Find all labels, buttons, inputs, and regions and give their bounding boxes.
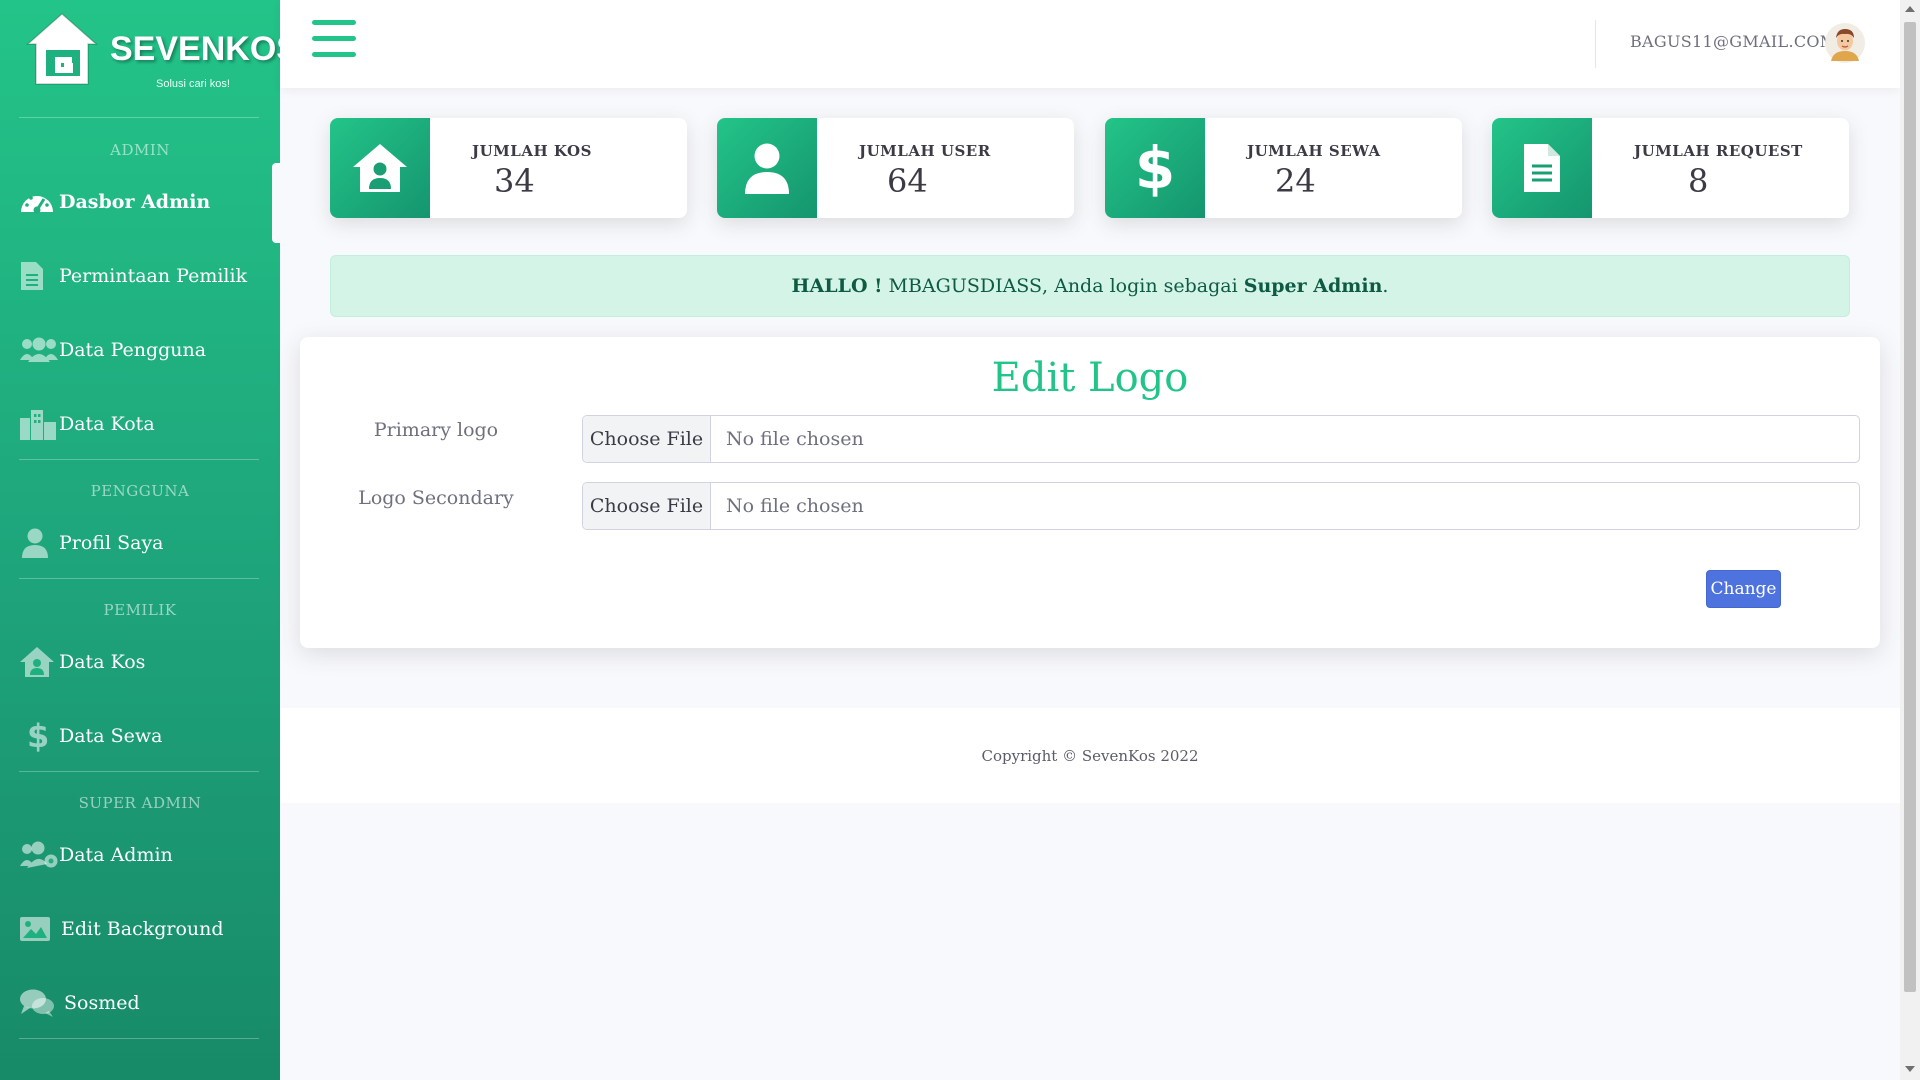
sidebar-item-dasbor-admin[interactable]: Dasbor Admin <box>0 171 280 233</box>
sidebar-item-label: Data Admin <box>59 844 173 866</box>
sidebar-item-label: Permintaan Pemilik <box>59 265 248 287</box>
active-indicator <box>272 163 280 243</box>
sidebar-item-profil-saya[interactable]: Profil Saya <box>0 512 280 574</box>
sidebar-item-label: Profil Saya <box>59 532 164 554</box>
sidebar-heading-super-admin: SUPER ADMIN <box>78 794 202 812</box>
stat-value: 34 <box>494 162 535 200</box>
sidebar-item-sosmed[interactable]: Sosmed <box>0 972 280 1034</box>
sidebar-divider <box>19 459 259 460</box>
file-status-text: No file chosen <box>726 495 864 517</box>
sidebar-item-label: Sosmed <box>64 992 140 1014</box>
brand-logo[interactable]: SEVENKOS Solusi cari kos! <box>26 10 299 92</box>
sidebar-divider <box>19 771 259 772</box>
sidebar-item-data-kota[interactable]: Data Kota <box>0 393 280 455</box>
greeting-hello: HALLO ! <box>791 275 883 297</box>
user-icon <box>717 118 817 218</box>
city-icon <box>19 408 59 440</box>
tachometer-icon <box>19 188 59 216</box>
sidebar-heading-admin: ADMIN <box>110 141 170 159</box>
brand-tagline: Solusi cari kos! <box>156 78 230 90</box>
file-status-text: No file chosen <box>726 428 864 450</box>
dollar-icon: $ <box>1105 118 1205 218</box>
image-icon <box>19 916 61 942</box>
hamburger-line <box>312 20 356 25</box>
dollar-icon: $ <box>27 717 50 755</box>
scroll-down-icon[interactable] <box>1905 1066 1915 1072</box>
house-user-icon <box>19 646 59 678</box>
copyright-text: Copyright © SevenKos 2022 <box>981 746 1199 765</box>
sidebar-item-data-pengguna[interactable]: Data Pengguna <box>0 319 280 381</box>
choose-file-button[interactable]: Choose File <box>583 416 711 462</box>
user-email[interactable]: BAGUS11@GMAIL.COM <box>1630 32 1837 51</box>
stat-card-sewa[interactable]: $ JUMLAH SEWA 24 <box>1105 118 1462 218</box>
page-scrollbar[interactable] <box>1900 0 1920 1080</box>
edit-logo-title: Edit Logo <box>991 355 1189 401</box>
scrollbar-thumb[interactable] <box>1904 22 1916 992</box>
stat-card-kos[interactable]: JUMLAH KOS 34 <box>330 118 687 218</box>
house-logo-icon <box>26 12 98 85</box>
stat-value: 8 <box>1688 162 1709 200</box>
sidebar-divider <box>19 117 259 118</box>
stat-card-request[interactable]: JUMLAH REQUEST 8 <box>1492 118 1849 218</box>
sidebar-item-label: Data Pengguna <box>59 339 207 361</box>
topbar: BAGUS11@GMAIL.COM <box>280 0 1900 88</box>
stat-title: JUMLAH USER <box>859 142 991 160</box>
file-alt-icon <box>1492 118 1592 218</box>
hamburger-line <box>312 36 356 41</box>
sidebar-heading-pemilik: PEMILIK <box>103 601 177 619</box>
secondary-logo-file-input[interactable]: Choose File No file chosen <box>582 482 1860 530</box>
sidebar: SEVENKOS Solusi cari kos! ADMIN Dasbor A… <box>0 0 299 1080</box>
sidebar-item-label: Edit Background <box>61 918 224 940</box>
footer: Copyright © SevenKos 2022 <box>280 708 1900 803</box>
primary-logo-file-input[interactable]: Choose File No file chosen <box>582 415 1860 463</box>
user-icon <box>19 527 59 559</box>
greeting-username: MBAGUSDIASS <box>888 275 1043 297</box>
change-button[interactable]: Change <box>1706 570 1781 608</box>
primary-logo-label: Primary logo <box>373 419 499 441</box>
choose-file-button[interactable]: Choose File <box>583 483 711 529</box>
topbar-divider <box>1595 20 1596 68</box>
sidebar-item-edit-background[interactable]: Edit Background <box>0 898 280 960</box>
sidebar-divider <box>19 1038 259 1039</box>
stat-value: 24 <box>1275 162 1316 200</box>
menu-toggle-button[interactable] <box>312 20 356 60</box>
brand-name: SEVENKOS <box>110 30 299 68</box>
greeting-role: Super Admin <box>1243 275 1383 297</box>
greeting-end: . <box>1382 275 1389 297</box>
sidebar-divider <box>19 578 259 579</box>
sidebar-item-label: Data Kota <box>59 413 155 435</box>
stat-title: JUMLAH KOS <box>472 142 592 160</box>
sidebar-item-label: Data Sewa <box>59 725 163 747</box>
file-icon <box>19 260 59 292</box>
scroll-up-icon[interactable] <box>1905 6 1915 12</box>
secondary-logo-label: Logo Secondary <box>358 487 514 509</box>
edit-logo-card: Edit Logo Primary logo Choose File No fi… <box>300 337 1880 648</box>
greeting-text: , Anda login sebagai <box>1042 275 1238 297</box>
sidebar-item-label: Dasbor Admin <box>59 191 211 213</box>
welcome-alert: HALLO ! MBAGUSDIASS, Anda login sebagai … <box>330 255 1850 317</box>
stat-value: 64 <box>887 162 928 200</box>
house-user-icon <box>330 118 430 218</box>
sidebar-item-data-admin[interactable]: Data Admin <box>0 824 280 886</box>
sidebar-item-data-kos[interactable]: Data Kos <box>0 631 280 693</box>
sidebar-item-label: Data Kos <box>59 651 146 673</box>
stat-title: JUMLAH REQUEST <box>1634 142 1803 160</box>
sidebar-heading-pengguna: PENGGUNA <box>90 482 190 500</box>
hamburger-line <box>312 52 356 57</box>
avatar-icon[interactable] <box>1825 23 1865 63</box>
stat-card-user[interactable]: JUMLAH USER 64 <box>717 118 1074 218</box>
stat-title: JUMLAH SEWA <box>1247 142 1381 160</box>
users-icon <box>19 336 59 364</box>
users-cog-icon <box>19 840 59 870</box>
comments-icon <box>19 988 64 1018</box>
sidebar-item-permintaan-pemilik[interactable]: Permintaan Pemilik <box>0 245 280 307</box>
sidebar-item-data-sewa[interactable]: $ Data Sewa <box>0 705 280 767</box>
